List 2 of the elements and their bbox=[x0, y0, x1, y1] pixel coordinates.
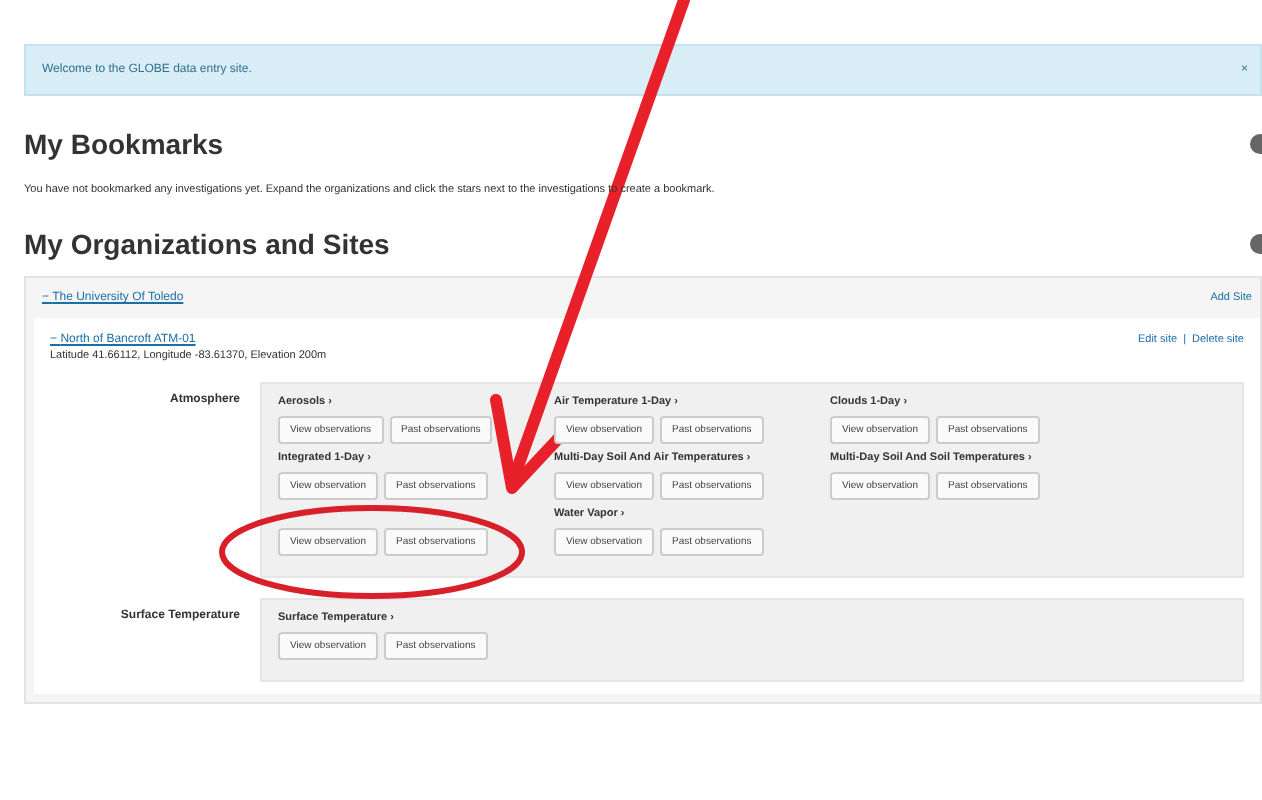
section-title: My Bookmarks bbox=[24, 128, 224, 160]
section-title: My Organizations and Sites bbox=[24, 228, 390, 260]
